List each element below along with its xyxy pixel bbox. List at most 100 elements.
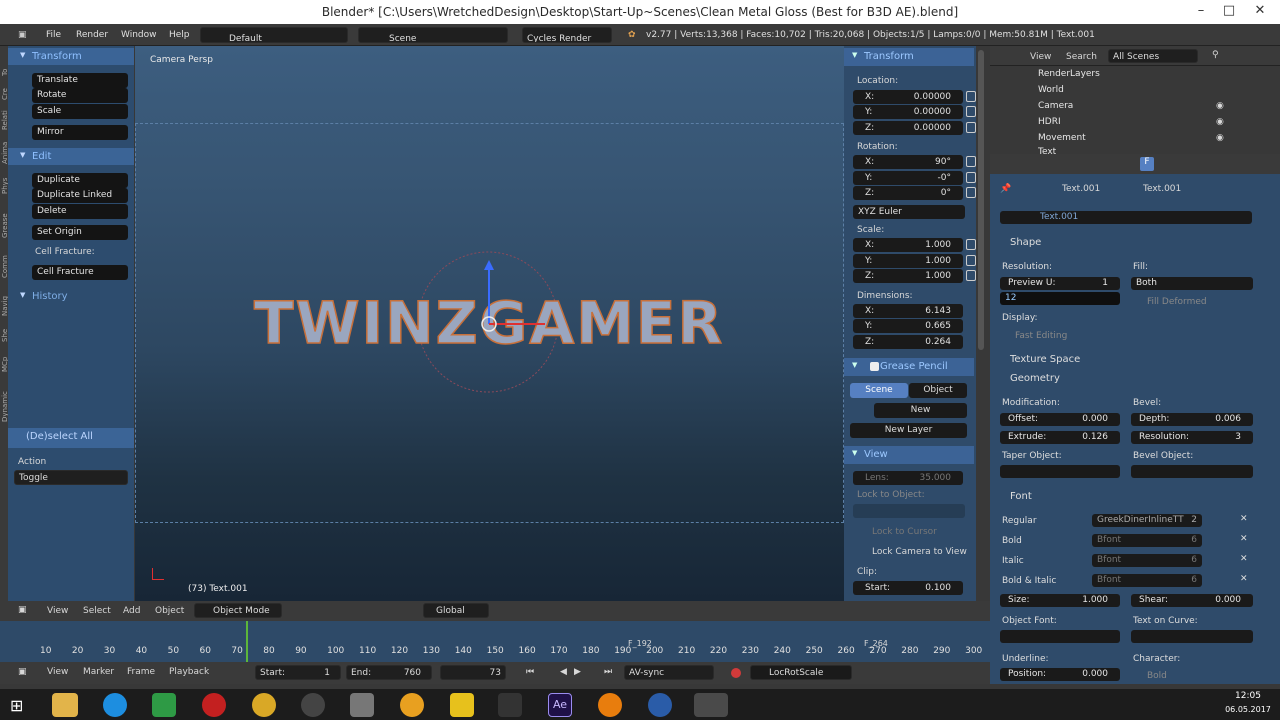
lock-icon[interactable] [966, 255, 976, 266]
lock-icon[interactable] [966, 156, 976, 167]
editor-type-icon[interactable]: ▣ [18, 30, 27, 40]
outliner-search-menu[interactable]: Search [1066, 52, 1097, 62]
start-frame-field[interactable]: Start: 1 [255, 665, 341, 680]
eye-icon[interactable]: ◉ [1216, 133, 1224, 143]
jump-end-icon[interactable]: ⏭ [604, 667, 612, 677]
size-field[interactable]: Size: 1.000 [1000, 594, 1120, 607]
bold-font-field[interactable]: Bfont 6 [1092, 534, 1202, 547]
depth-field[interactable]: Depth: 0.006 [1131, 413, 1253, 426]
regular-font-field[interactable]: GreekDinerInlineTT 2 [1092, 514, 1202, 527]
object-menu[interactable]: Object [155, 606, 184, 616]
game-app-icon[interactable] [498, 693, 522, 717]
lock-icon[interactable] [966, 91, 976, 102]
eye-icon[interactable]: ◉ [1216, 101, 1224, 111]
scale-x-field[interactable]: X: 1.000 [853, 238, 963, 252]
cinema4d-icon[interactable] [648, 693, 672, 717]
translate-button[interactable]: Translate [32, 73, 128, 88]
gp-new-layer-button[interactable]: New Layer [850, 423, 967, 438]
gp-scene-toggle[interactable]: Scene [850, 383, 908, 398]
shape-header[interactable]: Shape [1010, 237, 1041, 248]
fill-select[interactable]: Both [1131, 277, 1253, 290]
current-frame-field[interactable]: 73 [440, 665, 506, 680]
jump-start-icon[interactable]: ⏮ [526, 667, 534, 677]
panel-transform-header[interactable]: Transform [8, 48, 134, 65]
outliner-filter-select[interactable]: All Scenes [1108, 49, 1198, 63]
after-effects-icon[interactable]: Ae [548, 693, 572, 717]
bevel-resolution-field[interactable]: Resolution: 3 [1131, 431, 1253, 444]
outliner-item-hdri[interactable]: HDRI [1038, 117, 1061, 127]
breadcrumb-object[interactable]: Text.001 [1062, 184, 1100, 194]
offset-field[interactable]: Offset: 0.000 [1000, 413, 1120, 426]
n-grease-pencil-header[interactable]: Grease Pencil [844, 358, 974, 376]
blender-icon[interactable] [598, 693, 622, 717]
italic-font-field[interactable]: Bfont 6 [1092, 554, 1202, 567]
fast-editing-checkbox[interactable]: Fast Editing [1015, 331, 1067, 341]
extrude-field[interactable]: Extrude: 0.126 [1000, 431, 1120, 444]
lock-icon[interactable] [966, 239, 976, 250]
npanel-scrollbar[interactable] [978, 50, 984, 350]
shear-field[interactable]: Shear: 0.000 [1131, 594, 1253, 607]
steam-icon[interactable] [301, 693, 325, 717]
panel-edit-header[interactable]: Edit [8, 148, 134, 165]
sync-mode-select[interactable]: AV-sync [624, 665, 714, 680]
dimensions-x-field[interactable]: X: 6.143 [853, 304, 963, 318]
mode-select[interactable]: Object Mode [194, 603, 282, 618]
scene-select[interactable]: Scene [358, 27, 508, 43]
rotation-x-field[interactable]: X: 90° [853, 155, 963, 169]
datablock-field[interactable]: Text.001 [1000, 211, 1252, 224]
clock-time[interactable]: 12:05 [1226, 691, 1270, 701]
scale-button[interactable]: Scale [32, 104, 128, 119]
fill-deformed-checkbox[interactable]: Fill Deformed [1147, 297, 1207, 307]
timeline-frame-menu[interactable]: Frame [127, 667, 155, 677]
timeline-view-menu[interactable]: View [47, 667, 68, 677]
record-icon[interactable] [731, 668, 741, 678]
n-view-header[interactable]: View [844, 446, 974, 464]
unlink-icon[interactable]: ✕ [1240, 534, 1248, 544]
taper-object-field[interactable] [1000, 465, 1120, 478]
delete-button[interactable]: Delete [32, 204, 128, 219]
menu-render[interactable]: Render [76, 30, 108, 40]
font-data-tab-icon[interactable]: F [1140, 157, 1154, 171]
action-select[interactable]: Toggle [14, 470, 128, 485]
object-font-field[interactable] [1000, 630, 1120, 643]
gp-object-toggle[interactable]: Object [909, 383, 967, 398]
lock-object-field[interactable] [853, 504, 965, 518]
windows-start-icon[interactable]: ⊞ [10, 696, 28, 715]
render-u-field-editing[interactable]: 12 [1000, 292, 1120, 305]
lock-camera-to-view-checkbox[interactable]: Lock Camera to View [872, 547, 967, 557]
rotation-y-field[interactable]: Y: -0° [853, 171, 963, 185]
timeline-marker-menu[interactable]: Marker [83, 667, 114, 677]
editor-type-icon[interactable]: ▣ [18, 605, 27, 615]
menu-file[interactable]: File [46, 30, 61, 40]
lock-icon[interactable] [966, 106, 976, 117]
blender-active-icon[interactable] [694, 693, 728, 717]
store-icon[interactable] [152, 693, 176, 717]
orientation-select[interactable]: Global [423, 603, 489, 618]
outliner-item-text[interactable]: Text [1038, 147, 1056, 154]
clock-date[interactable]: 06.05.2017 [1220, 705, 1276, 714]
font-header[interactable]: Font [1010, 491, 1032, 502]
bold-character-checkbox[interactable]: Bold [1147, 671, 1167, 681]
clip-start-field[interactable]: Start: 0.100 [853, 581, 963, 595]
outliner-view-menu[interactable]: View [1030, 52, 1051, 62]
vector-app-icon[interactable] [450, 693, 474, 717]
location-z-field[interactable]: Z: 0.00000 [853, 121, 963, 135]
outliner-item-camera[interactable]: Camera [1038, 101, 1073, 111]
audio-app-icon[interactable] [400, 693, 424, 717]
duplicate-button[interactable]: Duplicate [32, 173, 128, 188]
bevel-object-field[interactable] [1131, 465, 1253, 478]
menu-window[interactable]: Window [121, 30, 157, 40]
lens-field[interactable]: Lens: 35.000 [853, 471, 963, 485]
current-frame-indicator[interactable] [246, 621, 248, 662]
unlink-icon[interactable]: ✕ [1240, 514, 1248, 524]
text-object-render[interactable]: TWINZGAMER [240, 240, 740, 400]
operator-panel-header[interactable]: (De)select All [8, 428, 134, 448]
outliner-item-movement[interactable]: Movement [1038, 133, 1086, 143]
lock-icon[interactable] [966, 122, 976, 133]
scale-z-field[interactable]: Z: 1.000 [853, 269, 963, 283]
end-frame-field[interactable]: End: 760 [346, 665, 432, 680]
search-icon[interactable]: ⚲ [1212, 50, 1219, 60]
lock-icon[interactable] [966, 270, 976, 281]
location-x-field[interactable]: X: 0.00000 [853, 90, 963, 104]
text-on-curve-field[interactable] [1131, 630, 1253, 643]
